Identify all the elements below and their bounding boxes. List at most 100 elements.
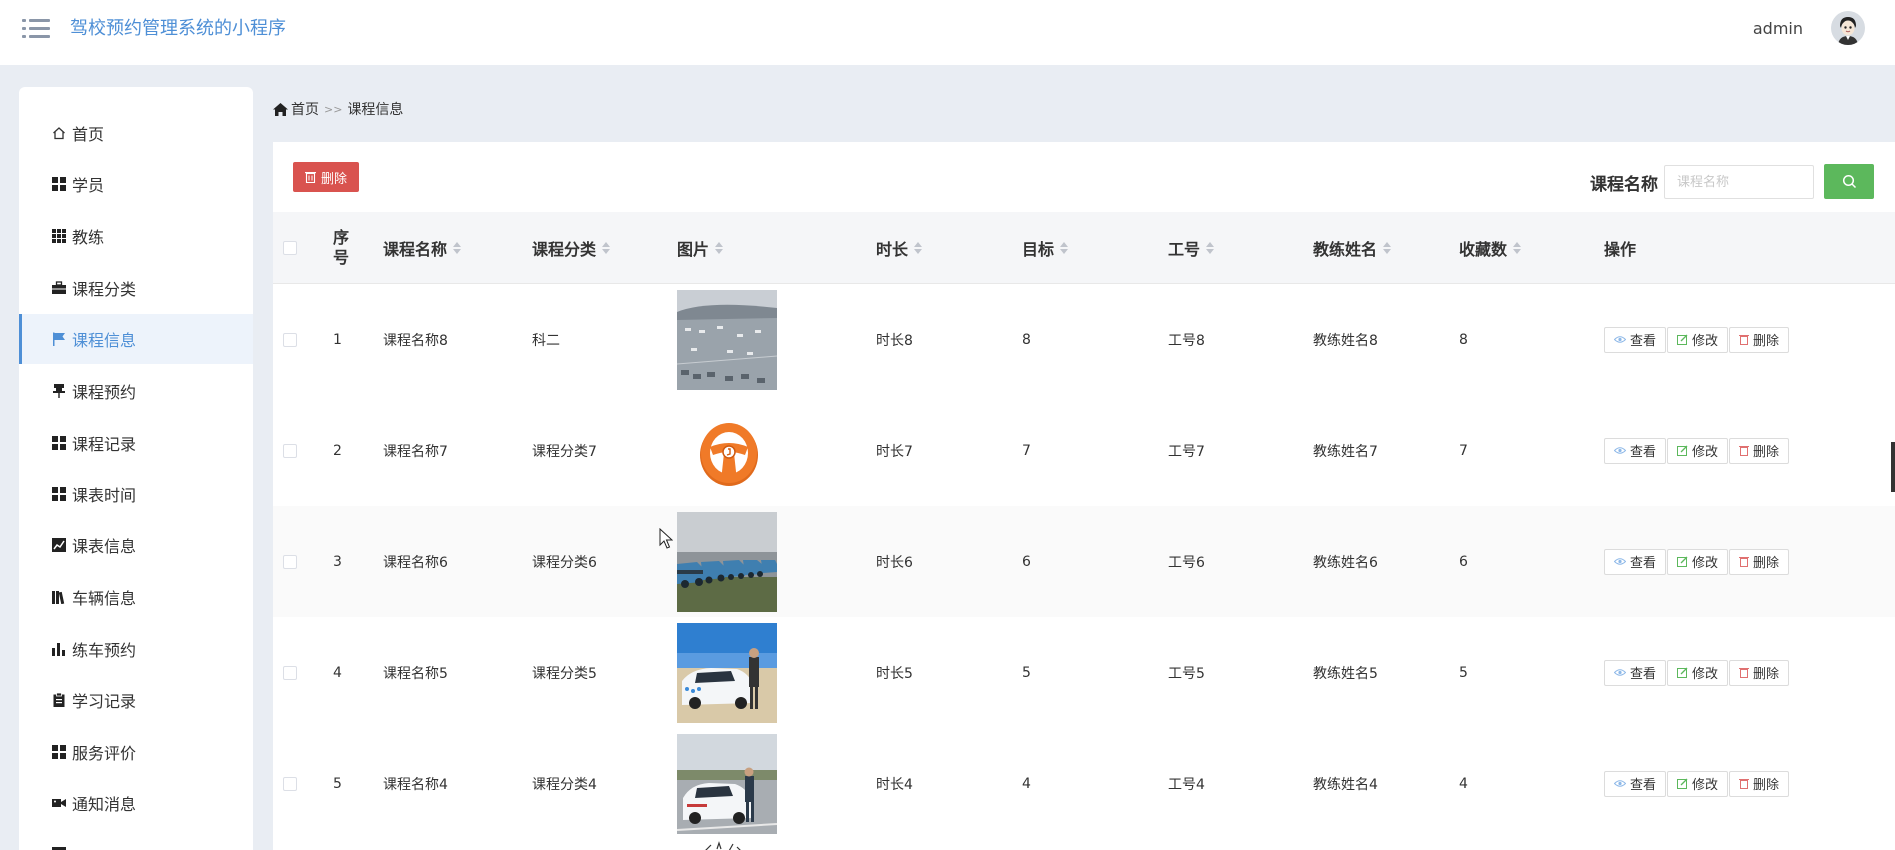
sidebar-item-course-booking[interactable]: 课程预约 [19,366,253,416]
view-button[interactable]: 查看 [1604,770,1667,797]
white-car-instructor-photo[interactable] [677,622,777,723]
cell-duration: 时长8 [876,332,913,349]
delete-button[interactable]: 删除 [1729,437,1790,464]
steering-wheel-photo[interactable] [677,400,777,501]
view-button[interactable]: 查看 [1604,326,1667,353]
cell-course-category: 课程分类6 [532,554,597,571]
cell-favorites: 7 [1459,442,1468,459]
sidebar-item-label: 课程记录 [72,435,137,454]
cell-coach-name: 教练姓名8 [1313,332,1378,349]
batch-delete-button[interactable]: 删除 [293,162,359,192]
column-header-target[interactable]: 目标 [1022,212,1069,284]
cell-favorites: 8 [1459,331,1468,348]
top-bar: 驾校预约管理系统的小程序 admin [0,0,1895,65]
delete-button[interactable]: 删除 [1729,326,1790,353]
parking-lot-photo[interactable] [677,289,777,390]
row-checkbox[interactable] [283,554,297,569]
line-chart-icon [51,537,67,553]
trash-icon [1739,778,1750,789]
sidebar-item-coaches[interactable]: 教练 [19,211,253,261]
sidebar-item-course-record[interactable]: 课程记录 [19,418,253,468]
sidebar-item-label: 练车预约 [72,641,137,660]
sidebar-item-students[interactable]: 学员 [19,159,253,209]
edit-button[interactable]: 修改 [1667,437,1729,464]
column-header-job-no[interactable]: 工号 [1168,212,1215,284]
sidebar-item-practice-booking[interactable]: 练车预约 [19,624,253,674]
grid-icon [51,435,67,451]
sidebar-item-partial[interactable] [19,829,253,850]
cell-course-name: 课程名称4 [383,776,448,793]
sidebar-item-notifications[interactable]: 通知消息 [19,778,253,828]
select-all-checkbox[interactable] [283,241,297,255]
sort-icon[interactable] [1206,242,1215,254]
cell-course-name: 课程名称5 [383,665,448,682]
column-header-favorites[interactable]: 收藏数 [1459,212,1522,284]
sort-icon[interactable] [1513,242,1522,254]
sort-icon[interactable] [914,242,923,254]
column-header-duration[interactable]: 时长 [876,212,923,284]
sidebar-item-vehicle-info[interactable]: 车辆信息 [19,572,253,622]
sort-icon[interactable] [715,242,724,254]
breadcrumb-current: 课程信息 [347,102,404,118]
sidebar-item-home[interactable]: 首页 [19,108,253,158]
edit-button[interactable]: 修改 [1667,659,1729,686]
cell-target: 6 [1022,553,1031,570]
cell-index: 1 [333,331,342,348]
cell-course-category: 科二 [532,332,560,349]
sidebar-item-study-record[interactable]: 学习记录 [19,675,253,725]
cell-image [677,284,777,395]
breadcrumb-home-link[interactable]: 首页 [291,99,319,119]
eye-icon [1614,335,1626,344]
delete-button[interactable]: 删除 [1729,770,1790,797]
edit-icon [1677,445,1688,456]
sidebar-item-label: 课程信息 [72,331,137,350]
row-checkbox[interactable] [283,665,297,680]
trash-icon [1739,334,1750,345]
trash-icon [1739,667,1750,678]
blue-cars-row-photo[interactable] [677,511,777,612]
user-name[interactable]: admin [1753,18,1803,40]
view-button[interactable]: 查看 [1604,548,1667,575]
view-button[interactable]: 查看 [1604,659,1667,686]
column-header-image[interactable]: 图片 [677,212,724,284]
white-car-road-photo[interactable] [677,733,777,834]
table-header: 序号 课程名称 课程分类 图片 时长 目标 工号 教练姓名 收藏数 操作 [273,212,1895,284]
sort-icon[interactable] [1060,242,1069,254]
column-header-course-category[interactable]: 课程分类 [532,212,611,284]
row-checkbox[interactable] [283,332,297,347]
row-checkbox[interactable] [283,776,297,791]
delete-button[interactable]: 删除 [1729,659,1790,686]
row-checkbox[interactable] [283,443,297,458]
sidebar-item-course-category[interactable]: 课程分类 [19,263,253,313]
sort-icon[interactable] [602,242,611,254]
sidebar-item-schedule-time[interactable]: 课表时间 [19,469,253,519]
search-button[interactable] [1824,164,1874,199]
user-avatar[interactable] [1831,11,1865,45]
hamburger-menu-icon[interactable] [22,17,50,39]
search-input[interactable] [1664,165,1814,199]
eye-icon [1614,446,1626,455]
edit-button[interactable]: 修改 [1667,548,1729,575]
view-button[interactable]: 查看 [1604,437,1667,464]
books-icon [51,589,67,605]
sort-icon[interactable] [453,242,462,254]
cell-image [677,506,777,617]
sidebar-item-schedule-info[interactable]: 课表信息 [19,520,253,570]
grid-dots-icon [51,228,67,244]
table-row: 3 课程名称6 课程分类6 时长6 6 工号6 教练姓名6 6 查看 修改 删除 [273,506,1895,617]
cell-index: 4 [333,664,342,681]
home-icon [273,102,288,116]
grid-icon [51,846,67,850]
delete-button[interactable]: 删除 [1729,548,1790,575]
sidebar-item-service-review[interactable]: 服务评价 [19,727,253,777]
column-header-coach-name[interactable]: 教练姓名 [1313,212,1392,284]
edit-button[interactable]: 修改 [1667,770,1729,797]
sort-icon[interactable] [1383,242,1392,254]
page-scrollbar-thumb[interactable] [1891,442,1895,492]
cell-job-no: 工号5 [1168,665,1205,682]
sidebar-item-label: 课程分类 [72,280,137,299]
edit-button[interactable]: 修改 [1667,326,1729,353]
column-header-course-name[interactable]: 课程名称 [383,212,462,284]
sidebar: 首页 学员 教练 课程分类 课程信息 课程预约 课程记录 课表时间 课表信息 车… [19,87,253,850]
sidebar-item-course-info[interactable]: 课程信息 [19,314,253,364]
